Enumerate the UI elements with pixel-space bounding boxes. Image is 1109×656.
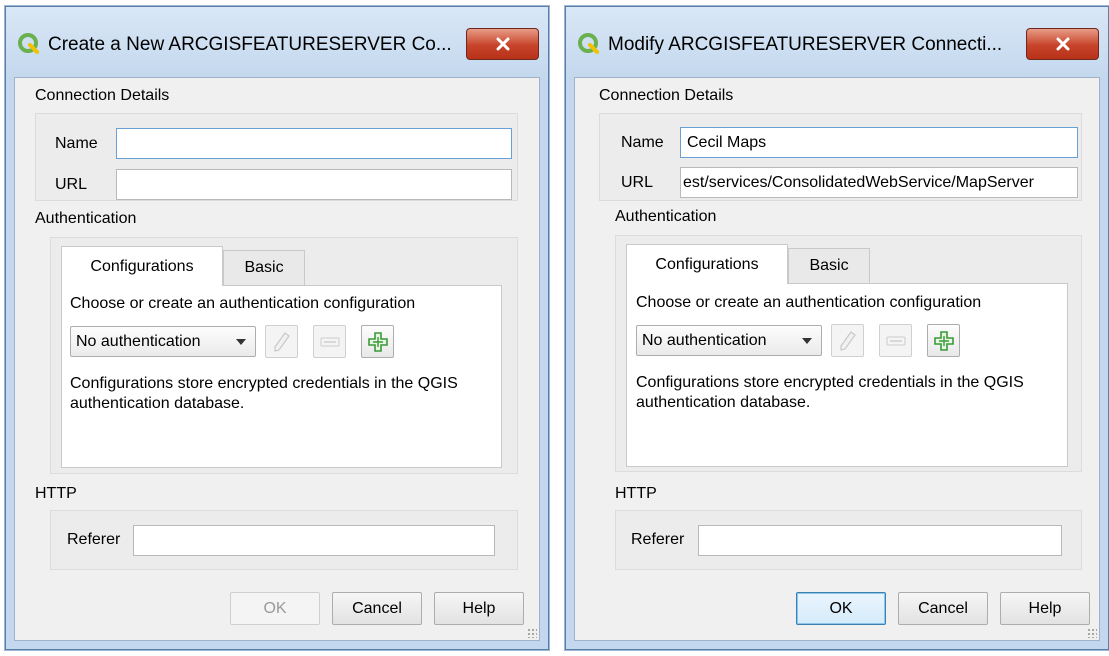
tab-configurations[interactable]: Configurations [626,244,788,284]
dialog-title: Create a New ARCGISFEATURESERVER Co... [48,34,452,55]
plus-icon [933,330,954,351]
auth-config-combo[interactable]: No authentication [70,326,256,357]
ok-button[interactable]: OK [796,592,886,625]
url-label: URL [621,174,654,191]
choose-config-text: Choose or create an authentication confi… [70,295,416,312]
auth-description: Configurations store encrypted credentia… [70,375,458,412]
auth-config-combo[interactable]: No authentication [636,325,822,356]
tab-basic[interactable]: Basic [223,250,305,285]
ok-button[interactable]: OK [230,592,320,625]
modify-connection-dialog: Modify ARCGISFEATURESERVER Connecti... C… [565,6,1109,650]
edit-config-button[interactable] [831,324,864,357]
qgis-logo-icon [18,33,39,54]
referer-input[interactable] [133,525,495,556]
auth-description: Configurations store encrypted credentia… [636,374,1024,411]
cancel-button[interactable]: Cancel [332,592,422,625]
resize-grip[interactable] [1087,628,1097,638]
dialog-title: Modify ARCGISFEATURESERVER Connecti... [608,34,1003,55]
pencil-icon [839,330,856,351]
minus-icon [886,336,905,345]
add-config-button[interactable] [927,324,960,357]
create-connection-dialog: Create a New ARCGISFEATURESERVER Co... C… [5,6,549,650]
url-input[interactable]: est/services/ConsolidatedWebService/MapS… [680,167,1078,198]
add-config-button[interactable] [361,325,394,358]
chevron-down-icon [802,338,812,344]
minus-icon [320,337,339,346]
http-heading: HTTP [35,485,77,502]
http-heading: HTTP [615,485,657,502]
tab-configurations[interactable]: Configurations [61,246,223,286]
name-label: Name [621,134,664,151]
edit-config-button[interactable] [265,325,298,358]
referer-label: Referer [67,531,121,548]
url-label: URL [55,176,88,193]
auth-config-combo-value: No authentication [642,332,767,349]
cancel-button[interactable]: Cancel [898,592,988,625]
tab-basic[interactable]: Basic [788,248,870,283]
dialog-body: Connection Details Name Cecil Maps URL e… [574,77,1100,641]
referer-input[interactable] [698,525,1062,556]
url-input[interactable] [116,169,512,200]
remove-config-button[interactable] [313,325,346,358]
plus-icon [367,331,388,352]
name-input[interactable]: Cecil Maps [680,127,1078,158]
close-icon [496,37,509,51]
authentication-heading: Authentication [615,208,717,225]
chevron-down-icon [236,339,246,345]
close-icon [1056,37,1069,51]
connection-details-heading: Connection Details [35,87,170,104]
connection-details-heading: Connection Details [599,87,734,104]
pencil-icon [273,331,290,352]
remove-config-button[interactable] [879,324,912,357]
resize-grip[interactable] [527,628,537,638]
help-button[interactable]: Help [1000,592,1090,625]
close-button[interactable] [1026,28,1099,60]
close-button[interactable] [466,28,539,60]
dialog-body: Connection Details Name URL Authenticati… [14,77,540,641]
authentication-heading: Authentication [35,210,137,227]
choose-config-text: Choose or create an authentication confi… [636,294,982,311]
qgis-logo-icon [578,33,599,54]
title-bar[interactable]: Create a New ARCGISFEATURESERVER Co... [6,7,548,77]
referer-label: Referer [631,531,685,548]
auth-config-combo-value: No authentication [76,333,201,350]
title-bar[interactable]: Modify ARCGISFEATURESERVER Connecti... [566,7,1108,77]
name-input[interactable] [116,128,512,159]
name-label: Name [55,135,98,152]
help-button[interactable]: Help [434,592,524,625]
